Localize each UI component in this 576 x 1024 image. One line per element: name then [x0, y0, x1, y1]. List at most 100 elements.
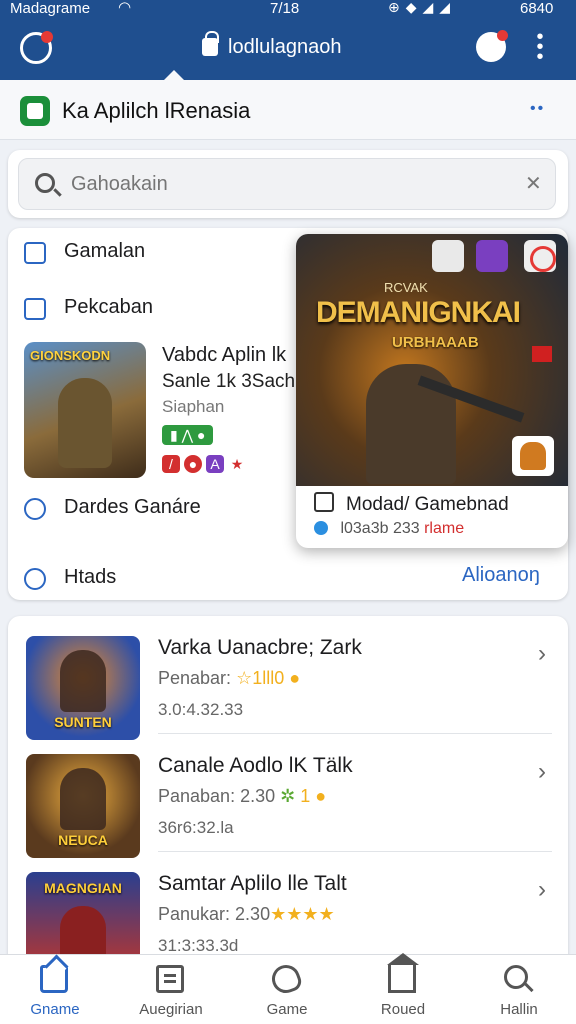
clock: 7/18: [270, 0, 300, 17]
popup-meta-tag: rlame: [424, 520, 465, 537]
rating-tag: ▮ ⋀ ●: [162, 425, 214, 445]
thumbnail-title: GIONSKODN: [30, 348, 111, 363]
game-preview-popup[interactable]: RCVAK DEMANIGNKAI URBHAAAB Modad/ Gamebn…: [296, 234, 568, 548]
star-icon: ●: [289, 668, 301, 688]
meta-prefix: Penabar:: [158, 668, 237, 688]
search-box[interactable]: ✕: [18, 158, 556, 210]
badge-icon: A: [206, 455, 224, 473]
art-subtitle: RCVAK: [384, 280, 428, 295]
star-rating: ★★★★: [270, 904, 335, 924]
chat-bubble-icon: [24, 498, 46, 520]
thumbnail-label: SUNTEN: [54, 714, 112, 730]
list-icon: [156, 965, 184, 993]
bottom-nav: Gname Auegirian Game Roued Hallin: [0, 953, 576, 1024]
menu-item-label: Gamalan: [64, 240, 146, 262]
bank-icon: [387, 953, 419, 993]
signal-icons: ⊕◆◢◢: [388, 0, 457, 15]
chevron-right-icon[interactable]: ›: [538, 758, 546, 786]
list-item[interactable]: SUNTEN Varka Uanacbre; Zark Penabar: ☆1l…: [8, 616, 568, 740]
meta-prefix: Panaban:: [158, 786, 241, 806]
title-bar: Ka Aplilch lRenasia ••: [0, 80, 576, 140]
page-title: Ka Aplilch lRenasia: [62, 98, 251, 123]
chevron-right-icon[interactable]: ›: [538, 876, 546, 904]
list-item[interactable]: NEUCA Canale Aodlo lK Tälk Panaban: 2.30…: [8, 734, 568, 858]
record-icon[interactable]: [524, 240, 556, 272]
star-icon: ★: [230, 456, 244, 472]
badge-icon: ●: [184, 455, 202, 473]
soldier-figure: [366, 364, 456, 484]
nav-label: Hallin: [500, 1001, 538, 1018]
list-item-name: Canale Aodlo lK Tälk: [158, 754, 353, 777]
battery-label: 6840: [520, 0, 554, 17]
app-bar: lodlulagnaoh • • •: [0, 18, 576, 80]
url-label[interactable]: lodlulagnaoh: [228, 36, 341, 59]
search-input[interactable]: [71, 169, 491, 199]
character-figure: [60, 906, 106, 956]
chat-icon[interactable]: [476, 30, 508, 62]
menu-item-label: Dardes Ganáre: [64, 496, 201, 518]
thumbnail-label: MAGNGIAN: [44, 880, 122, 896]
art-title: DEMANIGNKAI: [316, 296, 521, 329]
cloud-icon: [24, 568, 46, 590]
list-item-date: 31:3:33.3d: [158, 936, 239, 955]
edit-icon: [24, 242, 46, 264]
search-icon: [35, 173, 55, 193]
game-icon: [268, 961, 304, 997]
featured-app[interactable]: GIONSKODN Vabdc Aplin lk Sanle 1k 3Sach …: [24, 342, 304, 484]
lock-icon: [202, 31, 219, 56]
status-bar: Madagrame ◠ 7/18 ⊕◆◢◢ 6840: [0, 0, 576, 18]
publisher-logo: [512, 436, 554, 476]
nav-item-auegirian[interactable]: Auegirian: [116, 963, 226, 1023]
badge-row: / ● A ★: [162, 455, 302, 473]
nav-label: Roued: [380, 1001, 426, 1018]
leaf-icon: ✲: [280, 786, 296, 806]
checkbox-icon: [24, 298, 46, 320]
menu-item-label: Pekcaban: [64, 296, 153, 318]
clear-icon[interactable]: ✕: [525, 171, 542, 196]
meta-prefix: Panukar:: [158, 904, 236, 924]
nav-item-hallin[interactable]: Hallin: [464, 963, 574, 1023]
list-item-name: Varka Uanacbre; Zark: [158, 636, 362, 659]
list-item-meta: Panukar: 2.30★★★★: [158, 904, 335, 925]
meta-value: 2.30: [240, 786, 276, 806]
nav-item-roued[interactable]: Roued: [348, 953, 458, 1023]
meta-value: ☆1lll0: [236, 668, 285, 688]
search-icon: [504, 965, 528, 989]
meta-extra: 1: [300, 786, 311, 806]
nav-item-gname[interactable]: Gname: [0, 963, 110, 1023]
character-figure: [60, 650, 106, 712]
app-list: SUNTEN Varka Uanacbre; Zark Penabar: ☆1l…: [8, 616, 568, 956]
popup-meta-number: l03a3b 233: [340, 520, 420, 537]
list-thumbnail: NEUCA: [26, 754, 140, 858]
list-thumbnail: MAGNGIAN: [26, 872, 140, 956]
coin-icon: ●: [315, 786, 327, 806]
share-icon[interactable]: [432, 240, 464, 272]
list-item[interactable]: MAGNGIAN Samtar Aplilo lle Talt Panukar:…: [8, 852, 568, 956]
meta-value: 2.30: [235, 904, 271, 924]
list-thumbnail: SUNTEN: [26, 636, 140, 740]
app-icon: [20, 96, 50, 126]
flag-icon: [532, 346, 552, 362]
list-item-name: Samtar Aplilo lle Talt: [158, 872, 347, 895]
more-menu-icon[interactable]: • • •: [536, 27, 544, 67]
app-logo-icon[interactable]: [20, 31, 53, 64]
art-title-2: URBHAAAB: [392, 334, 479, 351]
popup-title: Modad/ Gamebnad: [314, 492, 509, 516]
chevron-right-icon[interactable]: ›: [538, 640, 546, 668]
featured-genre: Siaphan: [162, 397, 225, 416]
featured-info: Vabdc Aplin lk Sanle 1k 3Sach Siaphan ▮ …: [162, 344, 302, 473]
featured-thumbnail: GIONSKODN: [24, 342, 146, 478]
overflow-icon[interactable]: ••: [530, 100, 545, 118]
nav-label: Auegirian: [139, 1001, 203, 1018]
see-all-link[interactable]: Alioanoŋ: [462, 564, 540, 587]
nav-label: Game: [266, 1001, 308, 1018]
home-icon: [40, 965, 68, 993]
nav-item-game[interactable]: Game: [232, 961, 342, 1023]
nav-label: Gname: [30, 1001, 80, 1018]
list-item-meta: Penabar: ☆1lll0 ●: [158, 668, 300, 689]
list-item-meta: Panaban: 2.30 ✲ 1 ●: [158, 786, 326, 807]
profile-icon[interactable]: [476, 240, 508, 272]
pointer-notch: [164, 70, 184, 80]
featured-subtitle: Sanle 1k 3Sach: [162, 371, 296, 392]
popup-meta: l03a3b 233 rlame: [314, 520, 464, 538]
